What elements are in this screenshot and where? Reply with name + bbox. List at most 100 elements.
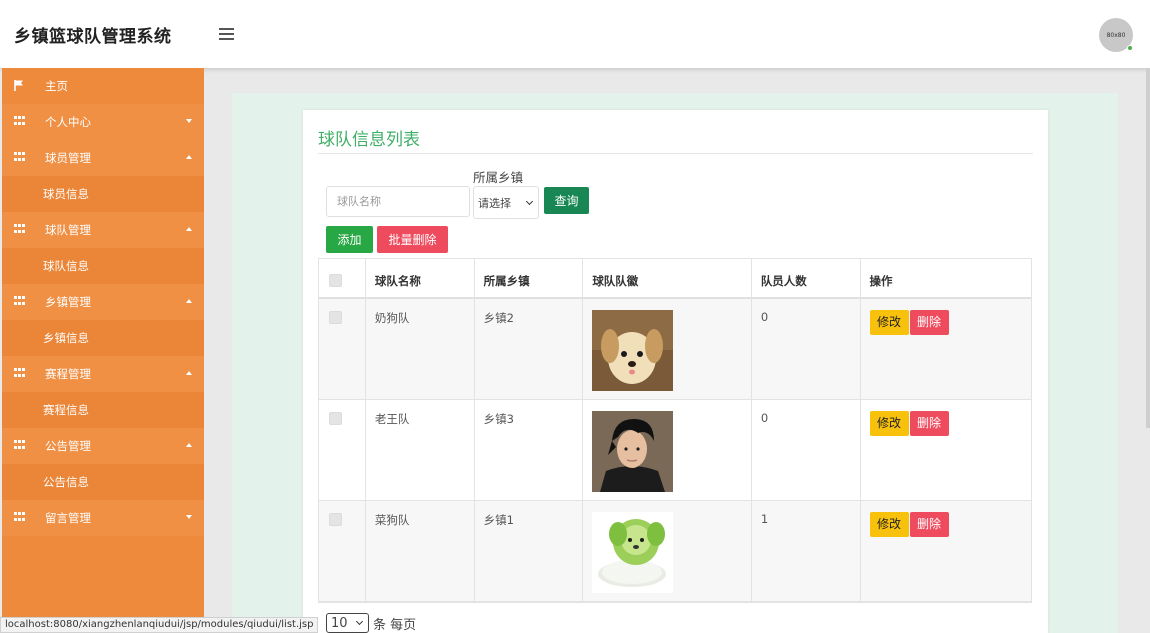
member-count-cell: 0 [752, 299, 861, 399]
page-title: 球队信息列表 [318, 130, 420, 150]
actions-cell: 修改 删除 [861, 400, 1031, 500]
column-header: 队员人数 [752, 259, 861, 297]
actions-cell: 修改 删除 [861, 501, 1031, 601]
grid-icon [14, 224, 25, 234]
sidebar-item-label: 赛程管理 [45, 367, 91, 381]
sidebar-item-home[interactable]: 主页 [2, 68, 204, 104]
team-name-cell: 奶狗队 [366, 299, 475, 399]
query-button[interactable]: 查询 [544, 187, 589, 214]
sidebar-item-notice-info[interactable]: 公告信息 [2, 464, 204, 500]
member-count-cell: 0 [752, 400, 861, 500]
page-size-value: 10 [331, 615, 348, 631]
caret-down-icon [186, 119, 192, 123]
sidebar-item-town-management[interactable]: 乡镇管理 [2, 284, 204, 320]
sidebar-item-label: 个人中心 [45, 115, 91, 129]
town-cell: 乡镇2 [475, 299, 584, 399]
sidebar-item-message-management[interactable]: 留言管理 [2, 500, 204, 536]
team-name-search-input[interactable] [326, 186, 470, 217]
grid-icon [14, 368, 25, 378]
sidebar-item-schedule-management[interactable]: 赛程管理 [2, 356, 204, 392]
sidebar-item-label: 乡镇信息 [43, 331, 89, 345]
page-scrollbar[interactable] [1146, 68, 1150, 428]
grid-icon [14, 296, 25, 306]
checkbox-cell [319, 400, 366, 500]
member-count-cell: 1 [752, 501, 861, 601]
town-cell: 乡镇3 [475, 400, 584, 500]
row-checkbox[interactable] [329, 513, 342, 526]
caret-up-icon [186, 371, 192, 375]
actions-cell: 修改 删除 [861, 299, 1031, 399]
online-status-dot [1127, 45, 1133, 51]
caret-up-icon [186, 155, 192, 159]
sidebar-item-label: 公告管理 [45, 439, 91, 453]
caret-up-icon [186, 299, 192, 303]
grid-icon [14, 152, 25, 162]
add-button[interactable]: 添加 [326, 226, 373, 253]
sidebar-item-team-management[interactable]: 球队管理 [2, 212, 204, 248]
sidebar-item-label: 球员信息 [43, 187, 89, 201]
sidebar-item-label: 赛程信息 [43, 403, 89, 417]
sidebar-item-label: 公告信息 [43, 475, 89, 489]
edit-button[interactable]: 修改 [869, 411, 909, 436]
sidebar-item-team-info[interactable]: 球队信息 [2, 248, 204, 284]
select-all-checkbox[interactable] [329, 274, 342, 287]
town-select[interactable]: 请选择 [473, 186, 539, 219]
column-header: 球队队徽 [583, 259, 752, 297]
chevron-down-icon [355, 617, 364, 626]
page-size-select[interactable]: 10 [326, 613, 369, 633]
sidebar-item-label: 主页 [45, 79, 68, 93]
cabbage-dog-image [592, 512, 674, 593]
grid-icon [14, 440, 25, 450]
chevron-down-icon [525, 197, 534, 205]
sidebar-item-personal-center[interactable]: 个人中心 [2, 104, 204, 140]
town-cell: 乡镇1 [475, 501, 584, 601]
delete-button[interactable]: 删除 [909, 411, 949, 436]
row-checkbox[interactable] [329, 412, 342, 425]
table-row: 老王队 乡镇3 0 修改 删除 [319, 400, 1031, 501]
delete-button[interactable]: 删除 [909, 310, 949, 335]
puppy-image [592, 310, 674, 391]
table-row: 奶狗队 乡镇2 0 修改 删除 [319, 299, 1031, 400]
town-select-value: 请选择 [478, 196, 511, 210]
edit-button[interactable]: 修改 [869, 310, 909, 335]
menu-toggle-icon[interactable] [219, 28, 234, 40]
pagination: 10 条 每页 [326, 613, 416, 633]
column-header: 球队名称 [366, 259, 475, 297]
caret-down-icon [186, 515, 192, 519]
grid-icon [14, 512, 25, 522]
sidebar-item-player-info[interactable]: 球员信息 [2, 176, 204, 212]
sidebar-item-notice-management[interactable]: 公告管理 [2, 428, 204, 464]
delete-button[interactable]: 删除 [909, 512, 949, 537]
sidebar-item-label: 乡镇管理 [45, 295, 91, 309]
column-header: 操作 [869, 274, 893, 288]
checkbox-cell [319, 299, 366, 399]
sidebar-item-schedule-info[interactable]: 赛程信息 [2, 392, 204, 428]
top-header: 乡镇篮球队管理系统 80x80 [0, 0, 1150, 68]
app-title: 乡镇篮球队管理系统 [14, 27, 172, 47]
page-size-suffix: 条 每页 [373, 617, 417, 633]
grid-icon [14, 116, 25, 126]
logo-cell [583, 299, 752, 399]
sidebar-item-town-info[interactable]: 乡镇信息 [2, 320, 204, 356]
batch-delete-button[interactable]: 批量删除 [377, 226, 448, 253]
checkbox-cell [319, 501, 366, 601]
header-checkbox-cell [319, 259, 366, 297]
logo-cell [583, 400, 752, 500]
team-name-cell: 菜狗队 [366, 501, 475, 601]
sidebar-item-label: 球队信息 [43, 259, 89, 273]
team-list-panel: 球队信息列表 所属乡镇 请选择 查询 添加 批量删除 球队名称 所属乡镇 球队队… [303, 110, 1048, 633]
sidebar-item-label: 球员管理 [45, 151, 91, 165]
caret-up-icon [186, 443, 192, 447]
logo-cell [583, 501, 752, 601]
sidebar-item-player-management[interactable]: 球员管理 [2, 140, 204, 176]
town-filter-label: 所属乡镇 [473, 170, 524, 185]
row-checkbox[interactable] [329, 311, 342, 324]
flag-icon [14, 80, 23, 91]
sidebar-item-label: 球队管理 [45, 223, 91, 237]
portrait-image [592, 411, 674, 492]
table-header-row: 球队名称 所属乡镇 球队队徽 队员人数 操作 [319, 259, 1031, 299]
sidebar: 主页 个人中心 球员管理 球员信息 球队管理 球队信息 乡镇管理 乡镇信息 赛程… [2, 68, 204, 633]
title-divider [318, 153, 1033, 154]
edit-button[interactable]: 修改 [869, 512, 909, 537]
table-row: 菜狗队 乡镇1 1 修改 删除 [319, 501, 1031, 602]
